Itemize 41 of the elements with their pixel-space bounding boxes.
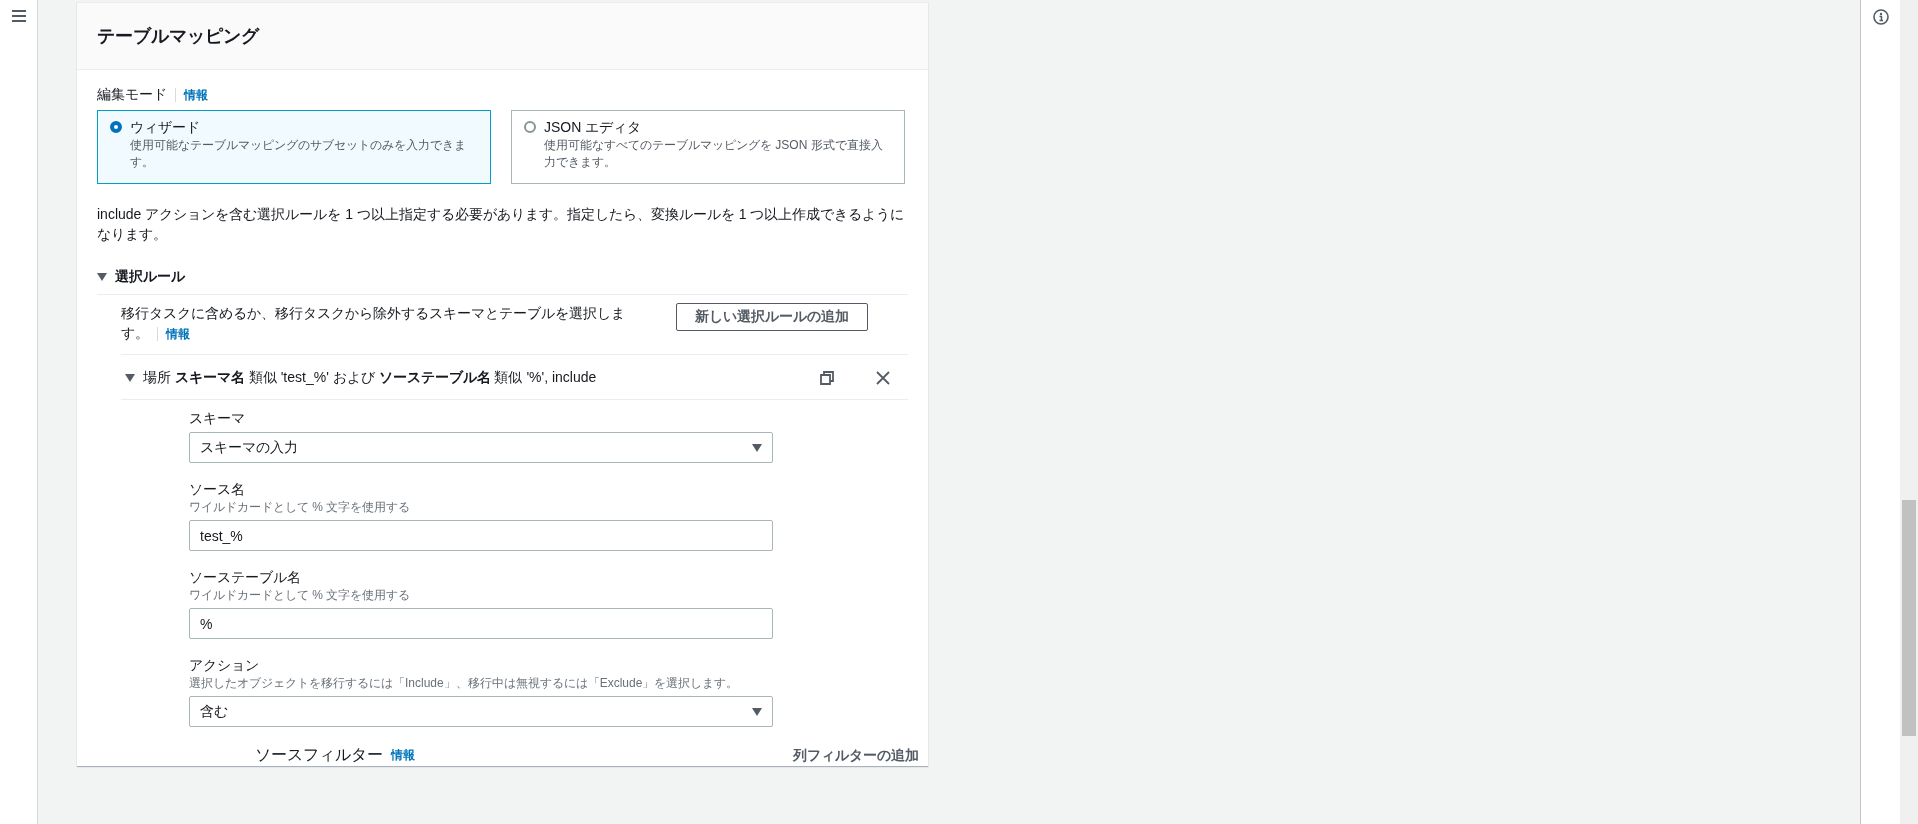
caret-icon[interactable] [125,374,135,382]
panel-title: テーブルマッピング [97,25,259,48]
radio-button[interactable] [524,121,536,133]
edit-mode-label: 編集モード [97,86,167,104]
notice-text: include アクションを含む選択ルールを 1 つ以上指定する必要があります。指定したら、変換ルールを 1 つ以上作成できるようになります。 [97,205,906,244]
select-field[interactable]: スキーマの入力 [189,432,773,463]
input-field[interactable]: % [189,608,773,639]
add-column-filter-link[interactable]: 列フィルターの追加 [793,746,919,765]
radio-button[interactable] [110,121,122,133]
source-filter-label: ソースフィルター [255,745,383,765]
field-label: ソース名 [189,481,246,499]
field-description: 選択したオブジェクトを移行するには「Include」、移行中は無視するには「Exclude」を選択します。 [189,675,740,692]
field-label: ソーステーブル名 [189,569,302,587]
caret-icon [752,707,762,716]
option-description: 使用可能なテーブルマッピングのサブセットのみを入力できます。 [130,137,467,171]
input-field[interactable]: test_% [189,520,773,551]
info-icon[interactable] [1872,9,1889,25]
menu-icon[interactable] [11,10,26,22]
field-description: ワイルドカードとして % 文字を使用する [189,499,412,516]
field-label: スキーマ [189,410,246,428]
field-description: ワイルドカードとして % 文字を使用する [189,587,412,604]
option-description: 使用可能なすべてのテーブルマッピングを JSON 形式で直接入力できます。 [544,137,884,171]
close-icon[interactable] [876,371,890,385]
field-label: アクション [189,657,260,675]
caret-icon[interactable] [97,273,107,281]
section-header[interactable]: 選択ルール [97,268,908,295]
info-link[interactable]: 情報 [391,747,415,764]
copy-icon[interactable] [820,371,834,385]
info-link[interactable]: 情報 [166,327,190,341]
caret-icon [752,443,762,452]
scrollbar-thumb[interactable] [1902,500,1916,736]
mode-option-tile[interactable]: JSON エディタ 使用可能なすべてのテーブルマッピングを JSON 形式で直接入力できます。 [511,110,905,184]
info-link[interactable]: 情報 [184,86,208,104]
option-title: JSON エディタ [544,119,643,137]
select-field[interactable]: 含む [189,696,773,727]
add-rule-button[interactable]: 新しい選択ルールの追加 [676,303,868,331]
mode-option-tile[interactable]: ウィザード 使用可能なテーブルマッピングのサブセットのみを入力できます。 [97,110,491,184]
option-title: ウィザード [130,119,201,137]
section-title: 選択ルール [115,268,185,286]
section-description: 移行タスクに含めるか、移行タスクから除外するスキーマとテーブルを選択します。 情報 [121,304,626,344]
rule-summary: 場所 スキーマ名 類似 'test_%' および ソーステーブル名 類似 '%', include [143,369,598,387]
